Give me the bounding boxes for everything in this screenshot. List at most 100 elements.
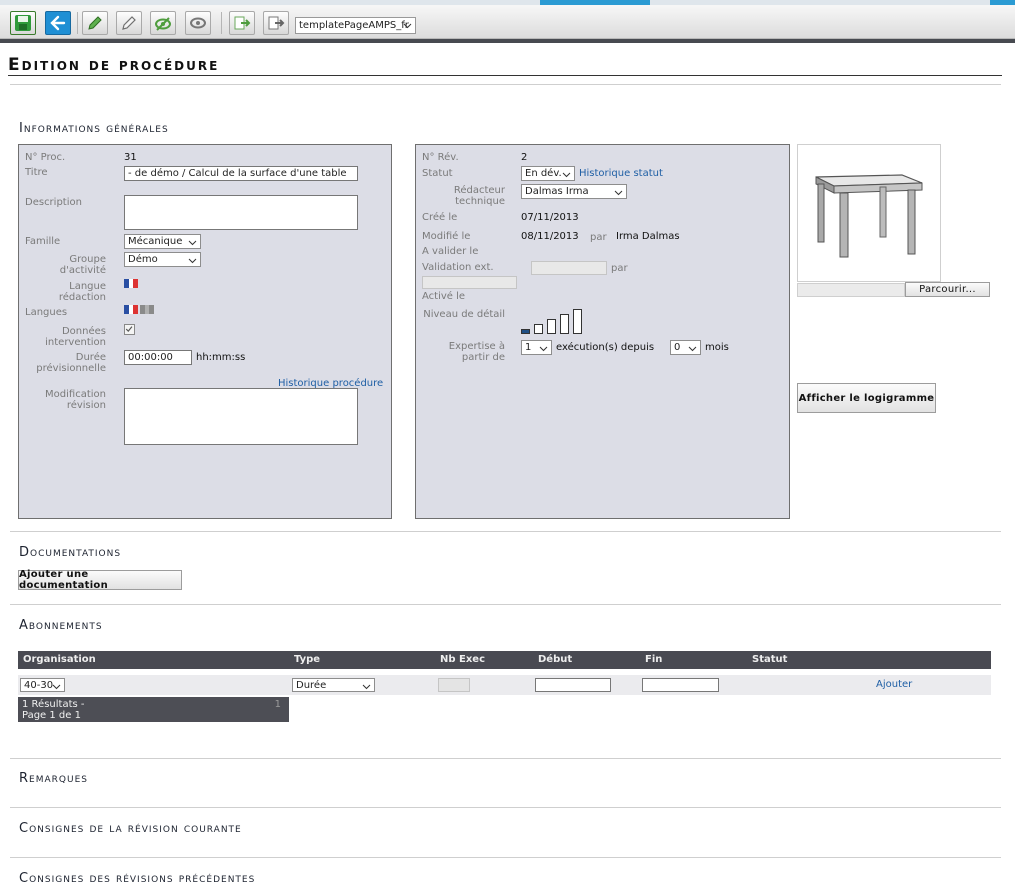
modifie-label: Modifié le <box>422 231 471 242</box>
validation-par-label: par <box>611 263 628 274</box>
debut-input[interactable] <box>535 678 611 692</box>
column-header-type: Type <box>294 654 321 665</box>
donnees-label: Données intervention <box>45 326 106 348</box>
chevron-down-icon <box>403 23 412 29</box>
template-select-value: templatePageAMPS_fr <box>299 20 409 31</box>
avalider-label: A valider le <box>422 246 479 257</box>
section-title-consignes-precedentes[interactable]: Consignes des révisions précédentes <box>19 871 255 886</box>
organisation-select[interactable]: 40-30 <box>20 678 65 692</box>
groupe-select[interactable]: Démo <box>124 252 201 267</box>
section-title-remarques[interactable]: Remarques <box>19 771 88 786</box>
page-title: Edition de procédure <box>8 55 220 75</box>
langue-redaction-label: Langue rédaction <box>58 281 106 303</box>
page-number-link[interactable]: 1 <box>275 699 281 710</box>
description-textarea[interactable] <box>124 195 358 230</box>
edit-pencil-icon <box>122 16 136 30</box>
french-flag-icon <box>124 279 139 288</box>
browse-button[interactable]: Parcourir... <box>905 282 990 297</box>
niveau-bar[interactable] <box>573 309 582 334</box>
column-header-statut: Statut <box>752 654 788 665</box>
section-title-abonnements: Abonnements <box>19 618 103 633</box>
titre-input[interactable]: - de démo / Calcul de la surface d'une t… <box>124 166 358 181</box>
chevron-down-icon <box>362 684 371 690</box>
uk-flag-icon[interactable] <box>140 305 155 314</box>
historique-statut-link[interactable]: Historique statut <box>579 168 663 179</box>
chevron-down-icon <box>188 258 197 264</box>
statut-value: En dév. <box>525 168 562 179</box>
validation-par-input <box>422 276 517 289</box>
save-icon <box>15 15 31 31</box>
statut-select[interactable]: En dév. <box>521 166 575 181</box>
section-title-consignes-courante[interactable]: Consignes de la révision courante <box>19 821 242 836</box>
expertise-label: Expertise à partir de <box>448 341 505 363</box>
add-documentation-button[interactable]: Ajouter une documentation <box>18 569 182 591</box>
results-count: 1 Résultats - <box>22 699 85 710</box>
proc-label: N° Proc. <box>25 152 66 163</box>
chevron-down-icon <box>539 346 548 352</box>
visible-eye-icon <box>155 17 171 31</box>
donnees-checkbox[interactable] <box>124 324 135 335</box>
import-button[interactable] <box>263 11 289 35</box>
chevron-down-icon <box>188 240 197 246</box>
modification-label: Modification révision <box>45 389 106 411</box>
description-label: Description <box>25 197 82 208</box>
expertise-select[interactable]: 1 <box>521 340 552 355</box>
groupe-value: Démo <box>128 254 158 265</box>
cree-label: Créé le <box>422 212 458 223</box>
fin-input[interactable] <box>642 678 719 692</box>
french-flag-icon[interactable] <box>124 305 139 314</box>
mois-value: 0 <box>674 342 681 353</box>
modifie-value: 08/11/2013 <box>521 231 579 242</box>
duree-value: 00:00:00 <box>128 352 173 363</box>
back-arrow-icon <box>50 15 66 31</box>
titre-value: - de démo / Calcul de la surface d'une t… <box>128 168 347 179</box>
famille-label: Famille <box>25 236 61 247</box>
type-value: Durée <box>296 680 327 691</box>
table-row: 40-30 Durée Ajouter <box>18 675 991 695</box>
redacteur-select[interactable]: Dalmas Irma <box>521 184 627 199</box>
preview-eye-icon <box>190 17 206 29</box>
export-button[interactable] <box>229 11 255 35</box>
validate-button[interactable] <box>82 11 108 35</box>
mois-select[interactable]: 0 <box>670 340 701 355</box>
checkmark-icon <box>125 326 133 332</box>
niveau-bar[interactable] <box>560 314 569 334</box>
niveau-bar[interactable] <box>534 324 543 334</box>
save-button[interactable] <box>10 11 36 35</box>
template-select[interactable]: templatePageAMPS_fr <box>295 17 416 34</box>
executions-label: exécution(s) depuis <box>556 342 655 353</box>
active-label: Activé le <box>422 291 466 302</box>
rev-label: N° Rév. <box>422 152 459 163</box>
export-icon <box>234 16 251 30</box>
column-header-debut: Début <box>538 654 573 665</box>
niveau-label: Niveau de détail <box>423 309 505 320</box>
validation-input <box>531 261 607 275</box>
validate-pencil-icon <box>88 16 102 30</box>
back-button[interactable] <box>45 11 71 35</box>
niveau-detail-bars[interactable] <box>521 308 582 334</box>
chevron-down-icon <box>614 190 623 196</box>
famille-select[interactable]: Mécanique <box>124 234 201 249</box>
visibility-button[interactable] <box>150 11 176 35</box>
modification-textarea[interactable] <box>124 388 358 445</box>
section-title-general: Informations générales <box>19 121 169 136</box>
niveau-bar[interactable] <box>521 329 530 334</box>
nb-exec-input <box>438 678 470 692</box>
image-path-input <box>797 283 905 297</box>
edit-button[interactable] <box>116 11 142 35</box>
chevron-down-icon <box>562 172 571 178</box>
redacteur-value: Dalmas Irma <box>525 186 589 197</box>
general-right-panel: N° Rév. 2 Statut En dév. Historique stat… <box>415 144 790 519</box>
ajouter-link[interactable]: Ajouter <box>876 679 912 690</box>
proc-value: 31 <box>124 152 137 163</box>
niveau-bar[interactable] <box>547 319 556 334</box>
modifie-par-label: par <box>590 232 607 243</box>
titre-label: Titre <box>25 167 48 178</box>
type-select[interactable]: Durée <box>292 678 375 692</box>
logigramme-button[interactable]: Afficher le logigramme <box>797 383 936 413</box>
chevron-down-icon <box>52 684 61 690</box>
chevron-down-icon <box>688 346 697 352</box>
preview-button[interactable] <box>185 11 211 35</box>
rev-value: 2 <box>521 152 528 163</box>
duree-input[interactable]: 00:00:00 <box>124 350 192 365</box>
